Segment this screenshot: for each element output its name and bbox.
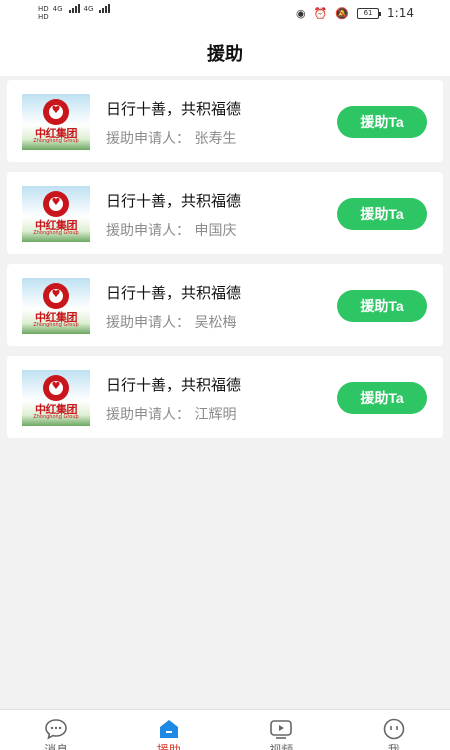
- video-icon: [269, 718, 293, 740]
- network-type-1: 4G: [52, 4, 63, 13]
- tab-bar: 消息 援助 视频 我: [0, 709, 450, 750]
- group-logo: 中红集团 Zhonghong Group: [22, 278, 90, 334]
- group-logo: 中红集团 Zhonghong Group: [22, 370, 90, 426]
- page-title: 援助: [207, 44, 243, 65]
- battery-level: 61: [363, 9, 373, 17]
- eye-icon: ◉: [296, 6, 306, 20]
- tab-me[interactable]: 我: [338, 710, 450, 750]
- list-item[interactable]: 中红集团 Zhonghong Group 日行十善，共积福德 援助申请人： 江辉…: [7, 356, 443, 438]
- item-title: 日行十善，共积福德: [106, 376, 242, 394]
- header: 援助: [0, 30, 450, 76]
- signal-icon: [99, 4, 111, 13]
- tab-video[interactable]: 视频: [225, 710, 338, 750]
- item-title: 日行十善，共积福德: [106, 284, 242, 302]
- tab-label: 消息: [44, 743, 69, 750]
- network-type-2: 4G: [83, 4, 94, 13]
- heart-emblem-icon: [43, 99, 69, 125]
- item-title: 日行十善，共积福德: [106, 100, 242, 118]
- item-applicant: 援助申请人： 申国庆: [106, 223, 237, 239]
- signal-icon: [68, 4, 80, 13]
- tab-label: 我: [387, 743, 400, 750]
- list-item[interactable]: 中红集团 Zhonghong Group 日行十善，共积福德 援助申请人： 张寿…: [7, 80, 443, 162]
- logo-subtext: Zhonghong Group: [33, 230, 79, 236]
- heart-emblem-icon: [43, 283, 69, 309]
- clock: 1:14: [387, 6, 414, 20]
- group-logo: 中红集团 Zhonghong Group: [22, 94, 90, 150]
- tab-messages[interactable]: 消息: [0, 710, 113, 750]
- item-applicant: 援助申请人： 江辉明: [106, 407, 237, 423]
- tab-label: 援助: [156, 743, 181, 750]
- list-item[interactable]: 中红集团 Zhonghong Group 日行十善，共积福德 援助申请人： 申国…: [7, 172, 443, 254]
- item-applicant: 援助申请人： 吴松梅: [106, 315, 237, 331]
- mute-icon: 🔕: [335, 6, 350, 20]
- item-applicant: 援助申请人： 张寿生: [106, 131, 237, 147]
- face-icon: [382, 718, 406, 740]
- help-button[interactable]: 援助Ta: [337, 382, 427, 414]
- tab-help[interactable]: 援助: [113, 710, 226, 750]
- hd-badge: HD: [38, 4, 49, 13]
- hd-badge: HD: [38, 13, 49, 21]
- heart-emblem-icon: [43, 375, 69, 401]
- chat-icon: [44, 718, 68, 740]
- help-button[interactable]: 援助Ta: [337, 198, 427, 230]
- status-icons: ◉ ⏰ 🔕 61 1:14: [296, 6, 414, 20]
- battery-icon: 61: [357, 7, 382, 19]
- home-icon: [157, 718, 181, 740]
- tab-label: 视频: [269, 743, 294, 750]
- status-bar: HD 4G 4G HD ◉ ⏰ 🔕 61 1:14: [0, 0, 450, 30]
- alarm-icon: ⏰: [313, 6, 328, 20]
- help-button[interactable]: 援助Ta: [337, 290, 427, 322]
- help-list: 中红集团 Zhonghong Group 日行十善，共积福德 援助申请人： 张寿…: [7, 80, 443, 448]
- logo-subtext: Zhonghong Group: [33, 138, 79, 144]
- network-indicators: HD 4G 4G HD: [38, 4, 111, 21]
- logo-subtext: Zhonghong Group: [33, 322, 79, 328]
- heart-emblem-icon: [43, 191, 69, 217]
- item-title: 日行十善，共积福德: [106, 192, 242, 210]
- logo-subtext: Zhonghong Group: [33, 414, 79, 420]
- list-item[interactable]: 中红集团 Zhonghong Group 日行十善，共积福德 援助申请人： 吴松…: [7, 264, 443, 346]
- help-button[interactable]: 援助Ta: [337, 106, 427, 138]
- group-logo: 中红集团 Zhonghong Group: [22, 186, 90, 242]
